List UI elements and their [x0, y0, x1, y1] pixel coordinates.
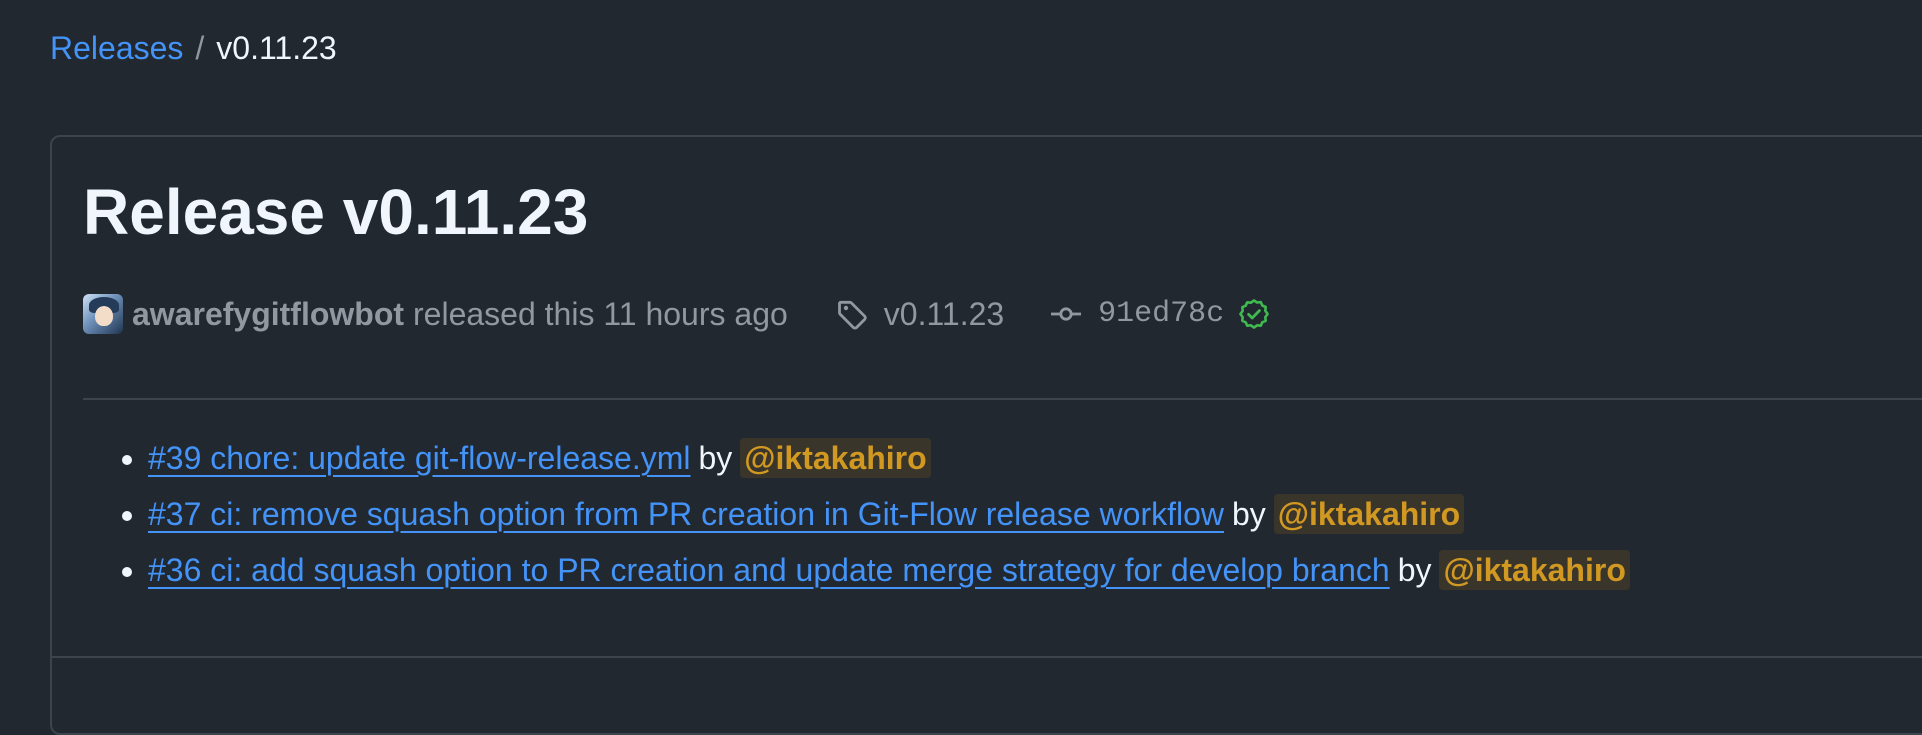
tag-link[interactable]: v0.11.23	[884, 296, 1004, 333]
breadcrumb-separator: /	[195, 30, 205, 66]
author-avatar[interactable]	[83, 294, 123, 334]
breadcrumb-current: v0.11.23	[216, 30, 337, 66]
author-link[interactable]: awarefygitflowbot	[132, 296, 404, 333]
user-mention[interactable]: @iktakahiro	[740, 438, 931, 478]
list-item: #37 ci: remove squash option from PR cre…	[148, 486, 1630, 542]
released-time: released this 11 hours ago	[413, 295, 788, 332]
by-label: by	[698, 440, 733, 476]
pr-link[interactable]: #37 ci: remove squash option from PR cre…	[148, 496, 1224, 532]
breadcrumb-releases-link[interactable]: Releases	[50, 30, 183, 66]
list-item: #36 ci: add squash option to PR creation…	[148, 542, 1630, 598]
breadcrumb: Releases / v0.11.23	[50, 28, 337, 68]
by-label: by	[1397, 552, 1432, 588]
list-item: #39 chore: update git-flow-release.ymlby…	[148, 430, 1630, 486]
pr-link[interactable]: #39 chore: update git-flow-release.yml	[148, 440, 691, 476]
user-mention[interactable]: @iktakahiro	[1439, 550, 1630, 590]
commit-link[interactable]: 91ed78c	[1098, 297, 1224, 331]
verified-badge-icon[interactable]	[1238, 298, 1270, 330]
git-commit-icon	[1051, 307, 1082, 321]
by-label: by	[1232, 496, 1266, 532]
pr-link[interactable]: #36 ci: add squash option to PR creation…	[148, 552, 1390, 588]
release-title: Release v0.11.23	[83, 176, 589, 248]
tag-icon	[837, 300, 867, 330]
release-notes-list: #39 chore: update git-flow-release.ymlby…	[118, 430, 1630, 598]
user-mention[interactable]: @iktakahiro	[1273, 494, 1465, 534]
release-meta: awarefygitflowbot released this 11 hours…	[83, 292, 1270, 336]
section-divider-bottom	[52, 656, 1922, 658]
section-divider	[83, 398, 1922, 400]
